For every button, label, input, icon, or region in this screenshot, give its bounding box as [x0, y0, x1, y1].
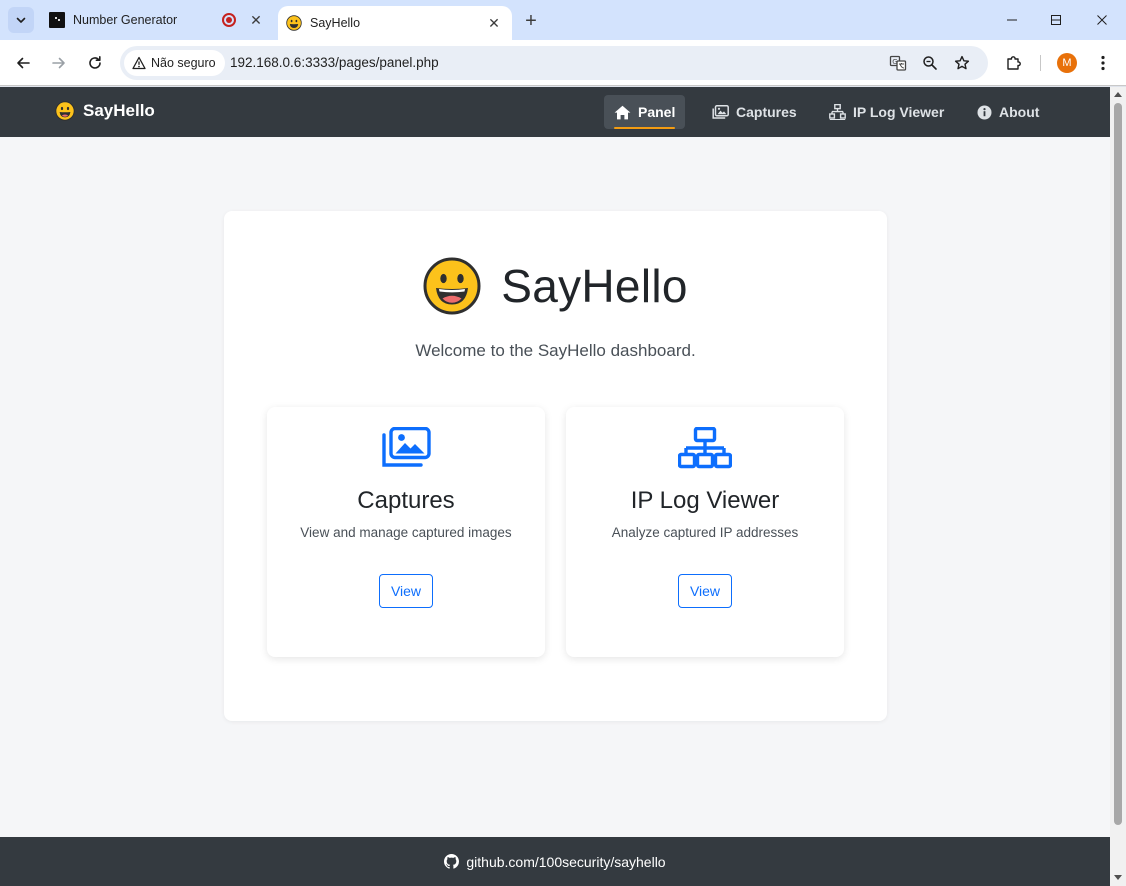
bookmark-button[interactable] — [950, 51, 974, 75]
github-link[interactable]: github.com/100security/sayhello — [444, 853, 666, 870]
browser-toolbar: Não seguro 192.168.0.6:3333/pages/panel.… — [0, 40, 1126, 86]
nav-link-captures[interactable]: Captures — [702, 95, 807, 129]
browser-menu-button[interactable] — [1089, 49, 1117, 77]
card-title: IP Log Viewer — [630, 487, 780, 514]
reload-button[interactable] — [81, 49, 109, 77]
zoom-out-icon — [923, 56, 937, 70]
page-viewport: SayHello Panel Captures IP Log Viewer Ab… — [0, 87, 1110, 886]
home-icon — [614, 105, 631, 119]
card-icon — [566, 427, 844, 471]
github-icon — [444, 854, 460, 869]
tab-title: SayHello — [310, 16, 361, 30]
forward-button[interactable] — [45, 49, 73, 77]
close-window-button[interactable] — [1079, 0, 1125, 40]
site-navbar: SayHello Panel Captures IP Log Viewer Ab… — [0, 87, 1110, 137]
nav-link-label: IP Log Viewer — [853, 104, 945, 120]
info-icon — [977, 105, 992, 119]
maximize-icon — [1051, 15, 1061, 25]
tab-number-generator[interactable]: Number Generator ✕ — [40, 0, 274, 40]
page-scrollbar[interactable] — [1110, 87, 1126, 886]
close-tab-icon[interactable]: ✕ — [246, 10, 266, 30]
site-footer: github.com/100security/sayhello — [0, 837, 1110, 886]
terminal-icon — [49, 12, 65, 28]
kebab-menu-icon — [1101, 55, 1105, 71]
ip-log-viewer-card: IP Log Viewer Analyze captured IP addres… — [566, 407, 844, 657]
arrow-right-icon — [52, 57, 65, 69]
address-bar[interactable]: Não seguro 192.168.0.6:3333/pages/panel.… — [120, 46, 988, 80]
captures-card: Captures View and manage captured images… — [267, 407, 545, 657]
github-link-label: github.com/100security/sayhello — [466, 853, 666, 870]
view-ip-log-button[interactable]: View — [678, 574, 732, 608]
scrollbar-thumb[interactable] — [1114, 103, 1122, 825]
brand-name: SayHello — [83, 101, 155, 120]
nav-link-label: About — [999, 104, 1040, 120]
tab-search-button[interactable] — [8, 7, 34, 33]
tab-title: Number Generator — [73, 13, 178, 27]
maximize-button[interactable] — [1033, 0, 1079, 40]
nav-link-label: Captures — [736, 104, 797, 120]
card-title: Captures — [357, 487, 455, 514]
nav-link-about[interactable]: About — [967, 95, 1049, 129]
security-label: Não seguro — [151, 56, 216, 70]
star-icon — [954, 55, 970, 70]
url-text: 192.168.0.6:3333/pages/panel.php — [230, 55, 439, 70]
hero-heading: SayHello — [224, 257, 887, 315]
close-icon — [1097, 15, 1107, 25]
minimize-icon — [1007, 19, 1017, 21]
browser-tabstrip: Number Generator ✕ SayHello ✕ + — [0, 0, 1126, 40]
profile-avatar[interactable]: M — [1057, 53, 1077, 73]
grinning-face-icon — [55, 101, 75, 121]
network-icon — [829, 104, 846, 120]
grinning-face-icon — [286, 15, 302, 31]
card-icon — [267, 427, 545, 467]
translate-button[interactable]: G — [886, 51, 910, 75]
back-button[interactable] — [9, 49, 37, 77]
security-chip[interactable]: Não seguro — [124, 50, 225, 76]
brand-link[interactable]: SayHello — [55, 101, 155, 121]
network-icon — [678, 427, 732, 469]
arrow-left-icon — [17, 57, 30, 69]
scroll-up-arrow-icon[interactable] — [1114, 92, 1122, 97]
welcome-subtitle: Welcome to the SayHello dashboard. — [415, 341, 696, 360]
new-tab-button[interactable]: + — [518, 8, 544, 34]
zoom-button[interactable] — [918, 51, 942, 75]
recording-indicator-icon — [222, 13, 236, 27]
nav-link-panel[interactable]: Panel — [604, 95, 686, 129]
dashboard-panel: SayHello Welcome to the SayHello dashboa… — [224, 211, 887, 721]
minimize-button[interactable] — [989, 0, 1035, 40]
grinning-face-icon — [423, 257, 481, 315]
translate-icon: G — [889, 55, 907, 71]
images-icon — [382, 427, 431, 467]
puzzle-icon — [1007, 56, 1021, 70]
view-captures-button[interactable]: View — [379, 574, 433, 608]
page-title: SayHello — [501, 260, 688, 312]
images-icon — [712, 105, 729, 119]
warning-icon — [132, 56, 146, 70]
nav-link-ip-log-viewer[interactable]: IP Log Viewer — [819, 95, 954, 129]
reload-icon — [89, 56, 101, 69]
toolbar-separator — [1040, 55, 1041, 71]
nav-link-label: Panel — [638, 104, 676, 120]
close-tab-icon[interactable]: ✕ — [484, 13, 504, 33]
card-description: Analyze captured IP addresses — [611, 525, 799, 540]
tab-sayhello[interactable]: SayHello ✕ — [278, 6, 512, 40]
scroll-down-arrow-icon[interactable] — [1114, 875, 1122, 880]
card-description: View and manage captured images — [300, 525, 512, 540]
extensions-button[interactable] — [1000, 49, 1028, 77]
chevron-down-icon — [16, 17, 26, 23]
